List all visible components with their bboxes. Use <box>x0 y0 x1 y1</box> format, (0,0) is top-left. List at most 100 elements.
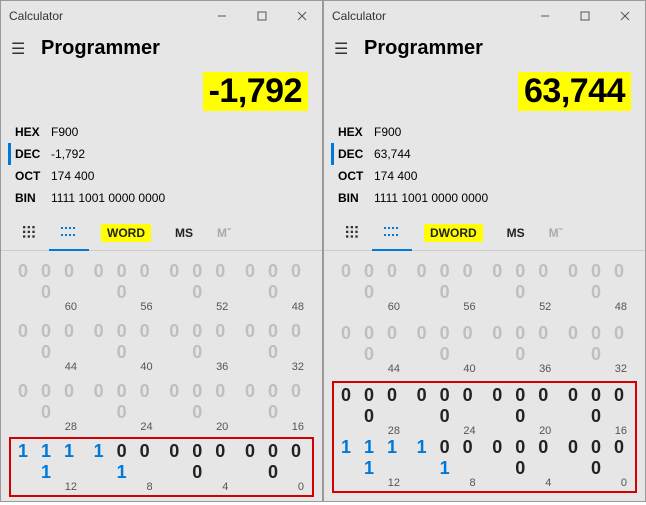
base-row-bin[interactable]: BIN 1111 1001 0000 0000 <box>15 187 308 209</box>
bit-nibble[interactable]: 0 0 0 052 <box>164 261 234 313</box>
bit-nibble[interactable]: 0 0 0 048 <box>563 261 633 313</box>
minimize-button[interactable] <box>525 1 565 31</box>
base-row-hex[interactable]: HEX F900 <box>338 121 631 143</box>
bit-toggle-button[interactable] <box>372 215 412 251</box>
hex-value: F900 <box>374 125 401 139</box>
result-value: 63,744 <box>518 72 631 111</box>
dec-value: -1,792 <box>51 147 85 161</box>
dec-label: DEC <box>15 147 51 161</box>
bin-value: 1111 1001 0000 0000 <box>374 191 488 205</box>
window-title: Calculator <box>332 9 525 23</box>
titlebar: Calculator <box>1 1 322 31</box>
bit-toggle-button[interactable] <box>49 215 89 251</box>
word-size-button[interactable]: DWORD <box>412 215 495 251</box>
bit-nibble[interactable]: 0 0 0 00 <box>240 441 310 493</box>
base-row-dec[interactable]: DEC -1,792 <box>8 143 308 165</box>
bit-nibble[interactable]: 0 0 0 044 <box>13 321 83 373</box>
bit-nibble[interactable]: 0 0 0 056 <box>412 261 482 313</box>
hex-value: F900 <box>51 125 78 139</box>
bit-row: 0 0 0 0280 0 0 0240 0 0 0200 0 0 016 <box>13 381 310 433</box>
bit-nibble[interactable]: 0 0 0 016 <box>240 381 310 433</box>
base-row-bin[interactable]: BIN 1111 1001 0000 0000 <box>338 187 631 209</box>
memory-recall-button[interactable]: Mˇ <box>205 215 243 251</box>
keypad-toggle-button[interactable] <box>11 215 49 251</box>
bit-nibble[interactable]: 1 0 0 18 <box>412 437 482 489</box>
bit-row: 1 1 1 1121 0 0 180 0 0 040 0 0 00 <box>13 441 310 493</box>
bit-nibble[interactable]: 0 0 0 040 <box>89 321 159 373</box>
window-title: Calculator <box>9 9 202 23</box>
bit-highlight: 0 0 0 0280 0 0 0240 0 0 0200 0 0 0161 1 … <box>332 381 637 493</box>
hex-label: HEX <box>15 125 51 139</box>
word-size-button[interactable]: WORD <box>89 215 163 251</box>
bin-label: BIN <box>338 191 374 205</box>
maximize-button[interactable] <box>565 1 605 31</box>
base-row-oct[interactable]: OCT 174 400 <box>338 165 631 187</box>
header: ☰ Programmer <box>1 31 322 64</box>
bit-nibble[interactable]: 1 1 1 112 <box>336 437 406 489</box>
dec-value: 63,744 <box>374 147 411 161</box>
bit-nibble[interactable]: 0 0 0 032 <box>240 321 310 373</box>
menu-icon[interactable]: ☰ <box>11 39 41 59</box>
titlebar: Calculator <box>324 1 645 31</box>
mode-label: Programmer <box>41 37 160 60</box>
oct-label: OCT <box>338 169 374 183</box>
bit-nibble[interactable]: 0 0 0 060 <box>13 261 83 313</box>
bit-nibble[interactable]: 0 0 0 036 <box>164 321 234 373</box>
bit-nibble[interactable]: 0 0 0 044 <box>336 323 406 375</box>
calculator-left: Calculator ☰ Programmer -1,792 HEX F900 … <box>0 0 323 502</box>
base-row-oct[interactable]: OCT 174 400 <box>15 165 308 187</box>
bit-row: 0 0 0 0280 0 0 0240 0 0 0200 0 0 016 <box>336 385 633 437</box>
bit-nibble[interactable]: 0 0 0 00 <box>563 437 633 489</box>
bit-nibble[interactable]: 0 0 0 048 <box>240 261 310 313</box>
bit-nibble[interactable]: 0 0 0 020 <box>487 385 557 437</box>
bit-nibble[interactable]: 0 0 0 04 <box>487 437 557 489</box>
hex-label: HEX <box>338 125 374 139</box>
oct-value: 174 400 <box>374 169 417 183</box>
base-row-hex[interactable]: HEX F900 <box>15 121 308 143</box>
bit-nibble[interactable]: 0 0 0 016 <box>563 385 633 437</box>
bit-nibble[interactable]: 0 0 0 04 <box>164 441 234 493</box>
bit-nibble[interactable]: 0 0 0 020 <box>164 381 234 433</box>
base-row-dec[interactable]: DEC 63,744 <box>331 143 631 165</box>
close-button[interactable] <box>282 1 322 31</box>
dec-label: DEC <box>338 147 374 161</box>
base-panel: HEX F900 DEC 63,744 OCT 174 400 BIN 1111… <box>324 117 645 215</box>
bit-nibble[interactable]: 0 0 0 024 <box>89 381 159 433</box>
bit-nibble[interactable]: 0 0 0 028 <box>13 381 83 433</box>
toolbar: WORD MS Mˇ <box>1 215 322 251</box>
bit-nibble[interactable]: 0 0 0 036 <box>487 323 557 375</box>
bit-grid: 0 0 0 0600 0 0 0560 0 0 0520 0 0 0480 0 … <box>324 251 645 501</box>
bit-nibble[interactable]: 0 0 0 060 <box>336 261 406 313</box>
word-size-label: WORD <box>101 224 151 242</box>
calculator-right: Calculator ☰ Programmer 63,744 HEX F900 … <box>323 0 646 502</box>
memory-recall-button[interactable]: Mˇ <box>537 215 575 251</box>
minimize-button[interactable] <box>202 1 242 31</box>
bin-label: BIN <box>15 191 51 205</box>
oct-value: 174 400 <box>51 169 94 183</box>
bit-highlight: 1 1 1 1121 0 0 180 0 0 040 0 0 00 <box>9 437 314 497</box>
word-size-label: DWORD <box>424 224 483 242</box>
bit-row: 0 0 0 0440 0 0 0400 0 0 0360 0 0 032 <box>336 323 633 375</box>
display: 63,744 <box>324 64 645 117</box>
maximize-button[interactable] <box>242 1 282 31</box>
close-button[interactable] <box>605 1 645 31</box>
oct-label: OCT <box>15 169 51 183</box>
bit-nibble[interactable]: 0 0 0 024 <box>412 385 482 437</box>
toolbar: DWORD MS Mˇ <box>324 215 645 251</box>
bit-nibble[interactable]: 0 0 0 040 <box>412 323 482 375</box>
bit-nibble[interactable]: 0 0 0 052 <box>487 261 557 313</box>
menu-icon[interactable]: ☰ <box>334 39 364 59</box>
keypad-toggle-button[interactable] <box>334 215 372 251</box>
bit-nibble[interactable]: 0 0 0 028 <box>336 385 406 437</box>
mode-label: Programmer <box>364 37 483 60</box>
bin-value: 1111 1001 0000 0000 <box>51 191 165 205</box>
memory-store-button[interactable]: MS <box>495 215 537 251</box>
bit-nibble[interactable]: 0 0 0 032 <box>563 323 633 375</box>
bit-grid: 0 0 0 0600 0 0 0560 0 0 0520 0 0 0480 0 … <box>1 251 322 505</box>
bit-nibble[interactable]: 1 0 0 18 <box>89 441 159 493</box>
bit-nibble[interactable]: 1 1 1 112 <box>13 441 83 493</box>
memory-store-button[interactable]: MS <box>163 215 205 251</box>
bit-nibble[interactable]: 0 0 0 056 <box>89 261 159 313</box>
bit-row: 0 0 0 0440 0 0 0400 0 0 0360 0 0 032 <box>13 321 310 373</box>
bit-row: 0 0 0 0600 0 0 0560 0 0 0520 0 0 048 <box>336 261 633 313</box>
